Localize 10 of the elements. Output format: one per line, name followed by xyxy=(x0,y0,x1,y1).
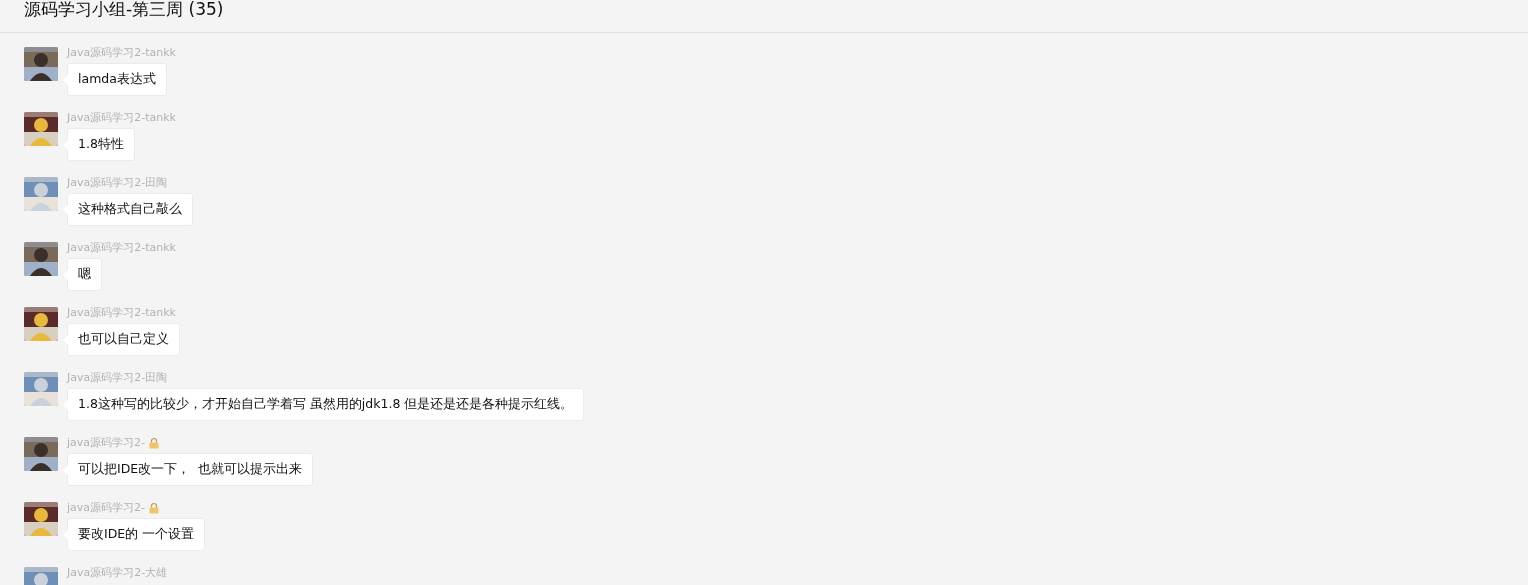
sender-name: Java源码学习2-tankk xyxy=(67,306,176,320)
sender-name: Java源码学习2-田陶 xyxy=(67,176,168,190)
sender-name: Java源码学习2-tankk xyxy=(67,241,176,255)
sender-name: java源码学习2- xyxy=(67,501,145,515)
sender-name: Java源码学习2-大雄 xyxy=(67,566,168,580)
sender-name: Java源码学习2-tankk xyxy=(67,111,176,125)
sender-name: java源码学习2- xyxy=(67,436,145,450)
chat-title: 源码学习小组-第三周 (35) xyxy=(24,0,224,21)
sender-name: Java源码学习2-田陶 xyxy=(67,371,168,385)
sender-name: Java源码学习2-tankk xyxy=(67,46,176,60)
